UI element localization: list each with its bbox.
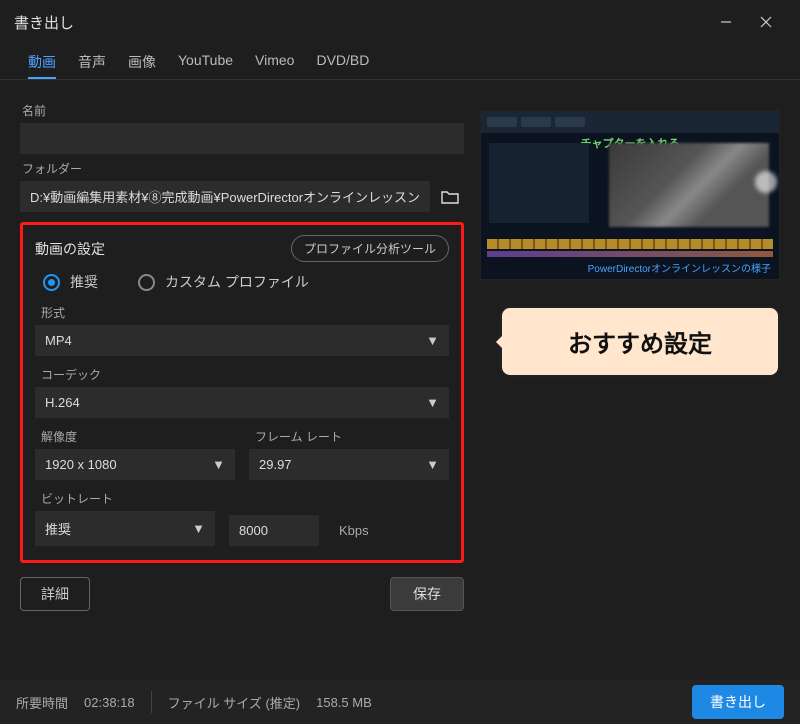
bitrate-label: ビットレート — [41, 490, 449, 507]
resolution-label: 解像度 — [41, 428, 235, 445]
status-divider — [151, 691, 152, 713]
tab-youtube[interactable]: YouTube — [178, 52, 233, 79]
tab-video[interactable]: 動画 — [28, 52, 56, 79]
framerate-select[interactable]: 29.97 ▼ — [249, 449, 449, 480]
chevron-down-icon: ▼ — [426, 333, 439, 348]
folder-label: フォルダー — [22, 160, 464, 177]
callout-recommended: おすすめ設定 — [500, 306, 780, 377]
close-button[interactable] — [746, 7, 786, 37]
radio-recommended-label: 推奨 — [70, 272, 98, 292]
format-select[interactable]: MP4 ▼ — [35, 325, 449, 356]
window-title: 書き出し — [14, 12, 74, 33]
radio-dot-icon — [138, 274, 155, 291]
chevron-down-icon: ▼ — [212, 457, 225, 472]
bitrate-unit: Kbps — [339, 523, 369, 546]
tab-dvdbd[interactable]: DVD/BD — [316, 52, 369, 79]
save-button[interactable]: 保存 — [390, 577, 464, 611]
tab-image[interactable]: 画像 — [128, 52, 156, 79]
minimize-icon — [720, 16, 732, 28]
framerate-value: 29.97 — [259, 457, 426, 472]
duration-value: 02:38:18 — [84, 695, 135, 710]
tab-vimeo[interactable]: Vimeo — [255, 52, 294, 79]
bitrate-mode-value: 推奨 — [45, 519, 192, 538]
details-button[interactable]: 詳細 — [20, 577, 90, 611]
format-value: MP4 — [45, 333, 426, 348]
export-button[interactable]: 書き出し — [692, 685, 784, 719]
filesize-label: ファイル サイズ (推定) — [168, 693, 301, 712]
close-icon — [760, 16, 772, 28]
tab-audio[interactable]: 音声 — [78, 52, 106, 79]
filesize-value: 158.5 MB — [316, 695, 372, 710]
codec-select[interactable]: H.264 ▼ — [35, 387, 449, 418]
bitrate-value-input[interactable] — [229, 515, 319, 546]
codec-value: H.264 — [45, 395, 426, 410]
chevron-down-icon: ▼ — [426, 395, 439, 410]
browse-folder-button[interactable] — [436, 183, 464, 211]
preview-caption: PowerDirectorオンラインレッスンの様子 — [588, 260, 771, 275]
resolution-select[interactable]: 1920 x 1080 ▼ — [35, 449, 235, 480]
resolution-value: 1920 x 1080 — [45, 457, 212, 472]
export-tabs: 動画 音声 画像 YouTube Vimeo DVD/BD — [0, 44, 800, 80]
name-input[interactable] — [20, 123, 464, 154]
titlebar: 書き出し — [0, 0, 800, 44]
minimize-button[interactable] — [706, 7, 746, 37]
name-label: 名前 — [22, 102, 464, 119]
format-label: 形式 — [41, 304, 449, 321]
folder-input[interactable] — [20, 181, 430, 212]
chevron-down-icon: ▼ — [192, 521, 205, 536]
status-bar: 所要時間 02:38:18 ファイル サイズ (推定) 158.5 MB 書き出… — [0, 680, 800, 724]
radio-custom[interactable]: カスタム プロファイル — [138, 272, 309, 292]
bitrate-mode-select[interactable]: 推奨 ▼ — [35, 511, 215, 546]
codec-label: コーデック — [41, 366, 449, 383]
preview-thumbnail: チャプターを入れる PowerDirectorオンラインレッスンの様子 — [480, 110, 780, 280]
folder-icon — [441, 190, 459, 204]
chevron-down-icon: ▼ — [426, 457, 439, 472]
video-settings-panel: 動画の設定 プロファイル分析ツール 推奨 カスタム プロファイル 形式 MP4 … — [20, 222, 464, 563]
framerate-label: フレーム レート — [255, 428, 449, 445]
radio-custom-label: カスタム プロファイル — [165, 272, 309, 292]
duration-label: 所要時間 — [16, 693, 68, 712]
radio-dot-icon — [43, 274, 60, 291]
settings-title: 動画の設定 — [35, 239, 105, 259]
profile-analysis-button[interactable]: プロファイル分析ツール — [291, 235, 449, 262]
radio-recommended[interactable]: 推奨 — [43, 272, 98, 292]
